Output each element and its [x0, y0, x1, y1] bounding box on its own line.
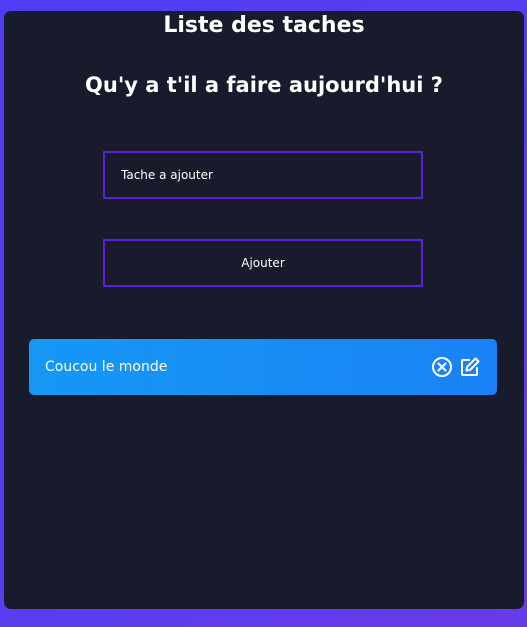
- page-subtitle: Qu'y a t'il a faire aujourd'hui ?: [85, 73, 443, 97]
- todo-panel: Liste des taches Qu'y a t'il a faire auj…: [4, 11, 524, 609]
- page-title: Liste des taches: [163, 13, 365, 38]
- task-text: Coucou le monde: [45, 359, 168, 375]
- add-task-button[interactable]: Ajouter: [103, 239, 423, 287]
- task-item: Coucou le monde: [29, 339, 497, 395]
- task-input[interactable]: [103, 151, 423, 199]
- circle-x-icon[interactable]: [431, 356, 453, 378]
- edit-pencil-icon[interactable]: [459, 356, 481, 378]
